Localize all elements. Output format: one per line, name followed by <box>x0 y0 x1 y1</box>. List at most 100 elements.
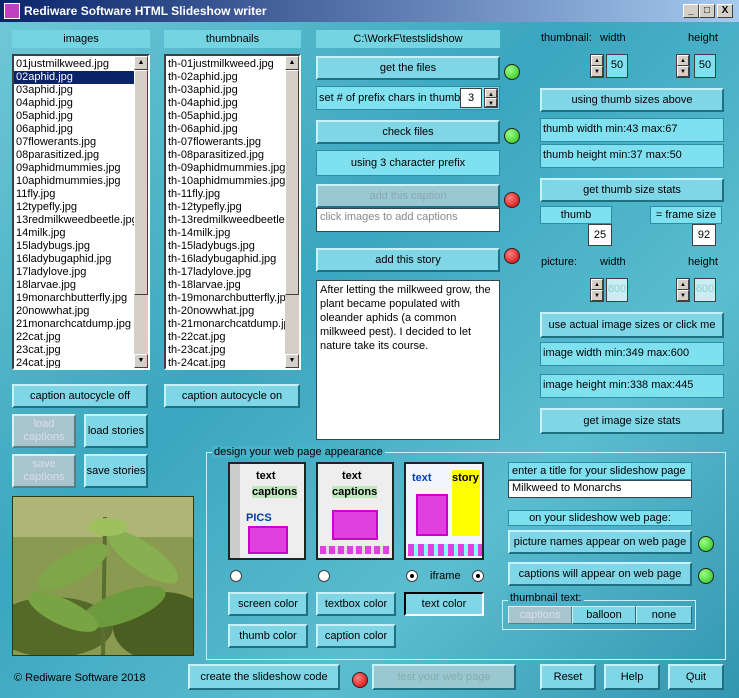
check-files-button[interactable]: check files <box>316 120 500 144</box>
thumb-width-input[interactable]: 50 <box>606 54 628 78</box>
layout-option-1[interactable]: text captions PICS <box>228 462 306 560</box>
list-item[interactable]: 21monarchcatdump.jpg <box>14 318 134 331</box>
title-input[interactable]: Milkweed to Monarchs <box>508 480 692 498</box>
list-item[interactable]: 11fly.jpg <box>14 188 134 201</box>
list-item[interactable]: th-17ladylove.jpg <box>166 266 285 279</box>
screen-color-button[interactable]: screen color <box>228 592 308 616</box>
list-item[interactable]: 13redmilkweedbeetle.jpg <box>14 214 138 227</box>
test-page-button[interactable]: test your web page <box>372 664 516 690</box>
list-item[interactable]: th-13redmilkweedbeetle. <box>166 214 288 227</box>
prefix-spinner[interactable]: ▲ ▼ <box>484 88 498 108</box>
list-item[interactable]: th-06aphid.jpg <box>166 123 285 136</box>
list-item[interactable]: 18larvae.jpg <box>14 279 134 292</box>
list-item[interactable]: 02aphid.jpg <box>14 71 134 84</box>
list-item[interactable]: th-23cat.jpg <box>166 344 285 357</box>
list-item[interactable]: th-20nowwhat.jpg <box>166 305 285 318</box>
list-item[interactable]: 04aphid.jpg <box>14 97 134 110</box>
pic-width-input[interactable]: 800 <box>606 278 628 302</box>
list-item[interactable]: th-11fly.jpg <box>166 188 285 201</box>
thumb-height-input[interactable]: 50 <box>694 54 716 78</box>
list-item[interactable]: th-18larvae.jpg <box>166 279 285 292</box>
caption-input[interactable]: click images to add captions <box>316 208 500 232</box>
story-textarea[interactable]: After letting the milkweed grow, the pla… <box>316 280 500 440</box>
save-stories-button[interactable]: save stories <box>84 454 148 488</box>
list-item[interactable]: 15ladybugs.jpg <box>14 240 134 253</box>
list-item[interactable]: th-01justmilkweed.jpg <box>166 58 285 71</box>
list-item[interactable]: 06aphid.jpg <box>14 123 134 136</box>
list-item[interactable]: th-22cat.jpg <box>166 331 285 344</box>
list-item[interactable]: th-03aphid.jpg <box>166 84 285 97</box>
get-image-stats-button[interactable]: get image size stats <box>540 408 724 434</box>
list-item[interactable]: 07flowerants.jpg <box>14 136 134 149</box>
list-item[interactable]: th-02aphid.jpg <box>166 71 285 84</box>
maximize-button[interactable]: □ <box>699 4 715 18</box>
layout1-radio[interactable] <box>230 570 242 582</box>
list-item[interactable]: 20nowwhat.jpg <box>14 305 134 318</box>
caption-autocycle-on-button[interactable]: caption autocycle on <box>164 384 300 408</box>
thumb-height-spinner[interactable]: ▲ ▼ <box>676 54 690 78</box>
list-item[interactable]: 17ladylove.jpg <box>14 266 134 279</box>
list-item[interactable]: 10aphidmummies.jpg <box>14 175 134 188</box>
list-item[interactable]: 09aphidmummies.jpg <box>14 162 134 175</box>
help-button[interactable]: Help <box>604 664 660 690</box>
list-item[interactable]: 19monarchbutterfly.jpg <box>14 292 134 305</box>
list-item[interactable]: th-16ladybugaphid.jpg <box>166 253 285 266</box>
layout3-radio[interactable] <box>406 570 418 582</box>
load-captions-button[interactable]: load captions <box>12 414 76 448</box>
scroll-thumb[interactable] <box>134 70 148 295</box>
close-button[interactable]: X <box>717 4 733 18</box>
list-item[interactable]: th-05aphid.jpg <box>166 110 285 123</box>
list-item[interactable]: 22cat.jpg <box>14 331 134 344</box>
list-item[interactable]: th-07flowerants.jpg <box>166 136 285 149</box>
list-item[interactable]: th-09aphidmummies.jpg <box>166 162 285 175</box>
create-code-button[interactable]: create the slideshow code <box>188 664 340 690</box>
thumb-color-button[interactable]: thumb color <box>228 624 308 648</box>
list-item[interactable]: th-24cat.jpg <box>166 357 285 368</box>
list-item[interactable]: th-10aphidmummies.jpg <box>166 175 285 188</box>
images-list[interactable]: 01justmilkweed.jpg 02aphid.jpg 03aphid.jpg… <box>12 54 150 370</box>
thumb-padding-input[interactable]: 25 <box>588 224 612 246</box>
list-item[interactable]: 05aphid.jpg <box>14 110 134 123</box>
minimize-button[interactable]: _ <box>683 4 699 18</box>
prefix-input[interactable]: 3 <box>460 88 482 108</box>
use-actual-sizes-button[interactable]: use actual image sizes or click me <box>540 312 724 338</box>
list-item[interactable]: 14milk.jpg <box>14 227 134 240</box>
caption-color-button[interactable]: caption color <box>316 624 396 648</box>
text-color-button[interactable]: text color <box>404 592 484 616</box>
thumbnails-list[interactable]: th-01justmilkweed.jpg th-02aphid.jpg th-03… <box>164 54 301 370</box>
list-item[interactable]: th-19monarchbutterfly.jp <box>166 292 286 305</box>
reset-button[interactable]: Reset <box>540 664 596 690</box>
list-item[interactable]: 16ladybugaphid.jpg <box>14 253 134 266</box>
list-item[interactable]: th-21monarchcatdump.jp <box>166 318 290 331</box>
load-stories-button[interactable]: load stories <box>84 414 148 448</box>
textbox-color-button[interactable]: textbox color <box>316 592 396 616</box>
list-item[interactable]: th-12typefly.jpg <box>166 201 285 214</box>
add-story-button[interactable]: add this story <box>316 248 500 272</box>
list-item[interactable]: 24cat.jpg <box>14 357 134 368</box>
picture-names-button[interactable]: picture names appear on web page <box>508 530 692 554</box>
iframe-radio[interactable] <box>472 570 484 582</box>
get-thumb-stats-button[interactable]: get thumb size stats <box>540 178 724 202</box>
pic-width-spinner[interactable]: ▲ ▼ <box>590 278 604 302</box>
captions-appear-button[interactable]: captions will appear on web page <box>508 562 692 586</box>
layout-option-3[interactable]: text story <box>404 462 484 560</box>
layout2-radio[interactable] <box>318 570 330 582</box>
list-item[interactable]: th-04aphid.jpg <box>166 97 285 110</box>
list-item[interactable]: 01justmilkweed.jpg <box>14 58 134 71</box>
thumbtext-captions-option[interactable]: captions <box>508 606 572 624</box>
scroll-thumb[interactable] <box>285 70 299 295</box>
quit-button[interactable]: Quit <box>668 664 724 690</box>
list-item[interactable]: th-14milk.jpg <box>166 227 285 240</box>
thumb-width-spinner[interactable]: ▲ ▼ <box>590 54 604 78</box>
scroll-down-icon[interactable]: ▼ <box>285 354 299 368</box>
scroll-up-icon[interactable]: ▲ <box>134 56 148 70</box>
thumbtext-none-option[interactable]: none <box>636 606 692 624</box>
list-item[interactable]: 23cat.jpg <box>14 344 134 357</box>
get-files-button[interactable]: get the files <box>316 56 500 80</box>
scroll-up-icon[interactable]: ▲ <box>285 56 299 70</box>
list-item[interactable]: 08parasitized.jpg <box>14 149 134 162</box>
list-item[interactable]: th-15ladybugs.jpg <box>166 240 285 253</box>
scroll-down-icon[interactable]: ▼ <box>134 354 148 368</box>
list-item[interactable]: th-08parasitized.jpg <box>166 149 285 162</box>
use-thumb-sizes-button[interactable]: using thumb sizes above <box>540 88 724 112</box>
